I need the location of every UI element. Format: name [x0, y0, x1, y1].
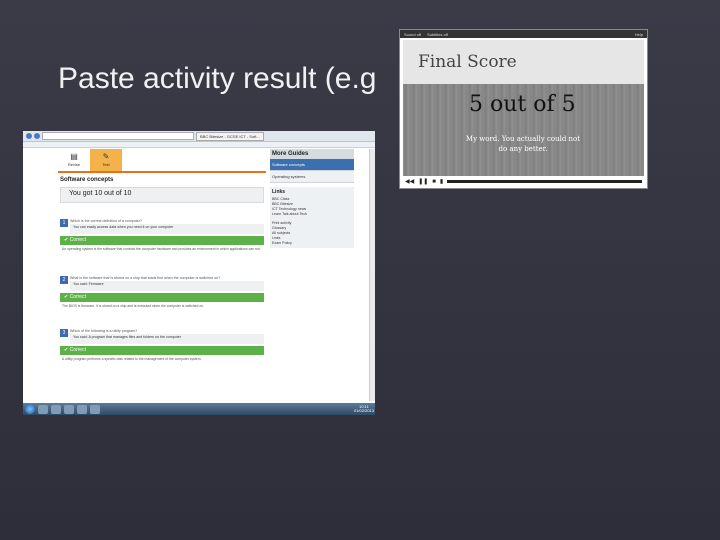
correct-badge: ✔ Correct: [60, 293, 264, 302]
tab-revise[interactable]: ▤ Revise: [58, 149, 90, 171]
question-number: 2: [60, 276, 68, 284]
video-top-bar: Sound off Subtitles off Help: [400, 30, 647, 38]
stop-icon[interactable]: ■: [432, 179, 436, 185]
video-controls: ◀◀ ❚❚ ■ ▮: [403, 177, 646, 186]
tool-link[interactable]: Exam Policy: [272, 241, 352, 246]
correct-badge: ✔ Correct: [60, 346, 264, 355]
clock-date: 01/02/2013: [353, 408, 374, 413]
guide-link[interactable]: Software concepts: [270, 159, 354, 171]
explanation-text: The BIOS is firmware. It is stored on a …: [62, 304, 205, 308]
score-summary: You got 10 out of 10: [60, 187, 264, 203]
address-bar[interactable]: [42, 132, 194, 140]
rewind-icon[interactable]: ◀◀: [405, 178, 414, 185]
correct-badge: ✔ Correct: [60, 236, 264, 245]
tab-revise-label: Revise: [67, 162, 81, 167]
question-block: 1 Which is the correct definition of a c…: [60, 219, 264, 254]
scrollbar[interactable]: [369, 149, 375, 401]
question-block: 3 Which of the following is a utility pr…: [60, 329, 264, 364]
taskbar: 10:11 01/02/2013: [23, 403, 375, 415]
slide-title: Paste activity result (e.g: [58, 62, 377, 95]
forward-icon[interactable]: [34, 133, 40, 139]
score-message: My word. You actually could not do any b…: [465, 135, 581, 153]
start-button[interactable]: [25, 404, 35, 414]
pause-icon[interactable]: ❚❚: [418, 178, 428, 185]
tab-test[interactable]: ✎ Test: [90, 149, 122, 171]
quiz-screenshot: BBC Bitesize - GCSE ICT - Soft... ▤ Revi…: [23, 131, 375, 415]
taskbar-app-button[interactable]: [51, 404, 61, 414]
help-link[interactable]: Help: [635, 32, 643, 37]
bitesize-page: ▤ Revise ✎ Test Software concepts You go…: [58, 149, 368, 401]
links-panel: Links BBC Class BBC Bitesize ICT Technol…: [270, 187, 354, 248]
tab-test-label: Test: [102, 162, 110, 167]
chapter-icon[interactable]: ▮: [440, 178, 443, 185]
book-icon: ▤: [70, 152, 78, 161]
answer-text: You said: A program that manages files a…: [70, 334, 264, 344]
back-icon[interactable]: [26, 133, 32, 139]
taskbar-app-button[interactable]: [38, 404, 48, 414]
guide-link[interactable]: Operating systems: [270, 171, 354, 183]
taskbar-app-button[interactable]: [77, 404, 87, 414]
test-icon: ✎: [102, 152, 110, 161]
video-progress-bar[interactable]: [447, 180, 642, 183]
taskbar-app-button[interactable]: [90, 404, 100, 414]
more-guides-heading: More Guides: [270, 149, 354, 159]
final-score-heading: Final Score: [418, 52, 517, 72]
explanation-text: A utility program performs a specific ta…: [62, 357, 202, 361]
explanation-text: An operating system is the software that…: [62, 247, 261, 251]
final-score-value: 5 out of 5: [469, 92, 576, 117]
question-block: 2 What is the software that is stored on…: [60, 276, 264, 311]
sound-toggle[interactable]: Sound off: [404, 32, 421, 37]
mode-tabs: ▤ Revise ✎ Test: [58, 149, 266, 173]
question-number: 3: [60, 329, 68, 337]
video-frame: Final Score 5 out of 5 My word. You actu…: [403, 40, 644, 176]
sidebar: More Guides Software concepts Operating …: [270, 149, 354, 248]
bookmarks-bar: [23, 142, 375, 148]
answer-text: You can easily access data when you need…: [70, 224, 264, 234]
clock[interactable]: 10:11 01/02/2013: [354, 405, 374, 413]
main-column: ▤ Revise ✎ Test Software concepts You go…: [58, 149, 266, 361]
links-heading: Links: [272, 189, 286, 195]
question-number: 1: [60, 219, 68, 227]
answer-text: You said: Firmware: [70, 281, 264, 291]
video-result-screenshot: Sound off Subtitles off Help Final Score…: [399, 29, 648, 189]
browser-tab[interactable]: BBC Bitesize - GCSE ICT - Soft...: [196, 131, 264, 141]
section-title: Software concepts: [60, 177, 114, 183]
browser-toolbar: BBC Bitesize - GCSE ICT - Soft...: [23, 131, 375, 142]
taskbar-app-button[interactable]: [64, 404, 74, 414]
subtitles-toggle[interactable]: Subtitles off: [427, 32, 448, 37]
